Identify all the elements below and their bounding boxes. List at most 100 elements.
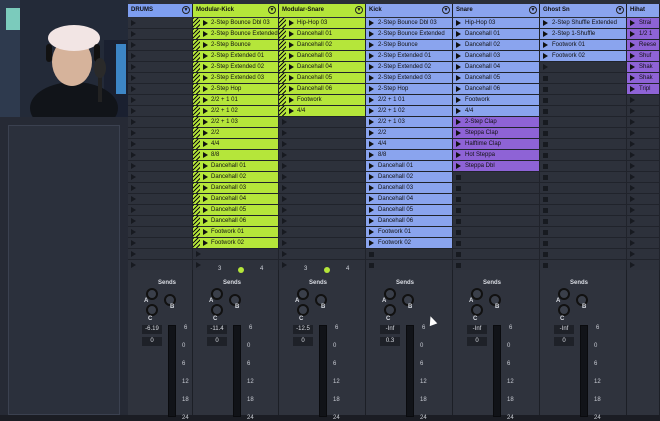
clip-slot[interactable]: Footwork 02 — [540, 51, 627, 62]
clip-slot[interactable]: Shak — [627, 62, 660, 73]
play-icon[interactable] — [369, 97, 374, 103]
play-icon[interactable] — [630, 119, 635, 125]
play-icon[interactable] — [203, 31, 208, 37]
empty-clip-slot[interactable] — [193, 249, 279, 260]
clip-slot[interactable]: Footwork 01 — [540, 40, 627, 51]
play-icon[interactable] — [369, 229, 374, 235]
play-icon[interactable] — [282, 196, 287, 202]
clip-slot[interactable]: 2/2 + 1 01 — [193, 95, 279, 106]
empty-clip-slot[interactable] — [627, 150, 660, 161]
empty-clip-slot[interactable] — [128, 150, 193, 161]
empty-clip-slot[interactable] — [128, 249, 193, 260]
stop-icon[interactable] — [456, 219, 461, 224]
empty-clip-slot[interactable] — [128, 29, 193, 40]
track-fold-icon[interactable]: ▼ — [529, 6, 537, 14]
empty-clip-slot[interactable] — [279, 194, 366, 205]
stop-icon[interactable] — [456, 241, 461, 246]
stop-icon[interactable] — [456, 197, 461, 202]
play-icon[interactable] — [282, 229, 287, 235]
play-icon[interactable] — [203, 207, 208, 213]
clip-slot[interactable]: Dancehall 02 — [366, 172, 453, 183]
clip-slot[interactable]: Dancehall 04 — [279, 62, 366, 73]
stop-icon[interactable] — [543, 142, 548, 147]
stop-icon[interactable] — [543, 109, 548, 114]
play-icon[interactable] — [369, 207, 374, 213]
level-meter[interactable] — [233, 325, 241, 417]
clip-slot[interactable]: Dancehall 03 — [453, 51, 540, 62]
pan-field[interactable]: 0 — [207, 337, 227, 346]
empty-clip-slot[interactable] — [279, 128, 366, 139]
empty-clip-slot[interactable] — [540, 216, 627, 227]
clip-slot[interactable]: 2/2 + 1 02 — [193, 106, 279, 117]
play-icon[interactable] — [203, 64, 208, 70]
empty-clip-slot[interactable] — [128, 73, 193, 84]
clip-slot[interactable]: 2-Step Bounce Dbl 03 — [366, 18, 453, 29]
empty-clip-slot[interactable] — [540, 62, 627, 73]
clip-slot[interactable]: Dancehall 06 — [366, 216, 453, 227]
empty-clip-slot[interactable] — [540, 194, 627, 205]
clip-slot[interactable]: 2/2 + 1 03 — [366, 117, 453, 128]
play-icon[interactable] — [456, 31, 461, 37]
clip-slot[interactable]: 2-Step Hop — [193, 84, 279, 95]
play-icon[interactable] — [282, 218, 287, 224]
play-icon[interactable] — [369, 218, 374, 224]
play-icon[interactable] — [289, 86, 294, 92]
empty-clip-slot[interactable] — [540, 73, 627, 84]
play-icon[interactable] — [630, 163, 635, 169]
empty-clip-slot[interactable] — [540, 150, 627, 161]
clip-slot[interactable]: Dancehall 01 — [366, 161, 453, 172]
empty-clip-slot[interactable] — [540, 205, 627, 216]
clip-slot[interactable]: 2/2 — [193, 128, 279, 139]
play-icon[interactable] — [131, 20, 136, 26]
empty-clip-slot[interactable] — [279, 238, 366, 249]
play-icon[interactable] — [456, 152, 461, 158]
clip-slot[interactable]: 2-Step Hop — [366, 84, 453, 95]
empty-clip-slot[interactable] — [453, 216, 540, 227]
stop-icon[interactable] — [543, 131, 548, 136]
clip-slot[interactable]: 2-Step Extended 03 — [366, 73, 453, 84]
play-icon[interactable] — [543, 64, 548, 70]
play-icon[interactable] — [456, 20, 461, 26]
play-icon[interactable] — [630, 31, 635, 37]
play-icon[interactable] — [282, 185, 287, 191]
empty-clip-slot[interactable] — [540, 227, 627, 238]
empty-clip-slot[interactable] — [128, 51, 193, 62]
empty-clip-slot[interactable] — [540, 161, 627, 172]
clip-slot[interactable]: 2-Step Bounce Extended — [193, 29, 279, 40]
play-icon[interactable] — [456, 108, 461, 114]
empty-clip-slot[interactable] — [128, 95, 193, 106]
empty-clip-slot[interactable] — [540, 139, 627, 150]
empty-clip-slot[interactable] — [128, 117, 193, 128]
play-icon[interactable] — [630, 229, 635, 235]
play-icon[interactable] — [203, 108, 208, 114]
empty-clip-slot[interactable] — [453, 227, 540, 238]
play-icon[interactable] — [203, 86, 208, 92]
empty-clip-slot[interactable] — [627, 106, 660, 117]
play-icon[interactable] — [131, 141, 136, 147]
clip-slot[interactable]: Dancehall 05 — [193, 205, 279, 216]
empty-clip-slot[interactable] — [540, 95, 627, 106]
empty-clip-slot[interactable] — [453, 238, 540, 249]
clip-slot[interactable]: Dancehall 03 — [279, 51, 366, 62]
empty-clip-slot[interactable] — [453, 183, 540, 194]
empty-clip-slot[interactable] — [128, 172, 193, 183]
clip-slot[interactable]: Footwork 02 — [366, 238, 453, 249]
play-icon[interactable] — [630, 218, 635, 224]
play-icon[interactable] — [630, 240, 635, 246]
play-icon[interactable] — [630, 86, 635, 92]
empty-clip-slot[interactable] — [366, 249, 453, 260]
stop-icon[interactable] — [543, 120, 548, 125]
stop-icon[interactable] — [456, 208, 461, 213]
track-header[interactable]: Kick ▼ — [366, 4, 453, 17]
stop-icon[interactable] — [543, 197, 548, 202]
empty-clip-slot[interactable] — [279, 216, 366, 227]
clip-slot[interactable]: Dancehall 01 — [453, 29, 540, 40]
track-header[interactable]: DRUMS ▼ — [128, 4, 193, 17]
play-icon[interactable] — [282, 251, 287, 257]
clip-slot[interactable]: 2-Step Bounce — [366, 40, 453, 51]
empty-clip-slot[interactable] — [279, 227, 366, 238]
knob-c[interactable] — [211, 304, 223, 316]
play-icon[interactable] — [630, 130, 635, 136]
play-icon[interactable] — [203, 119, 208, 125]
empty-clip-slot[interactable] — [128, 161, 193, 172]
